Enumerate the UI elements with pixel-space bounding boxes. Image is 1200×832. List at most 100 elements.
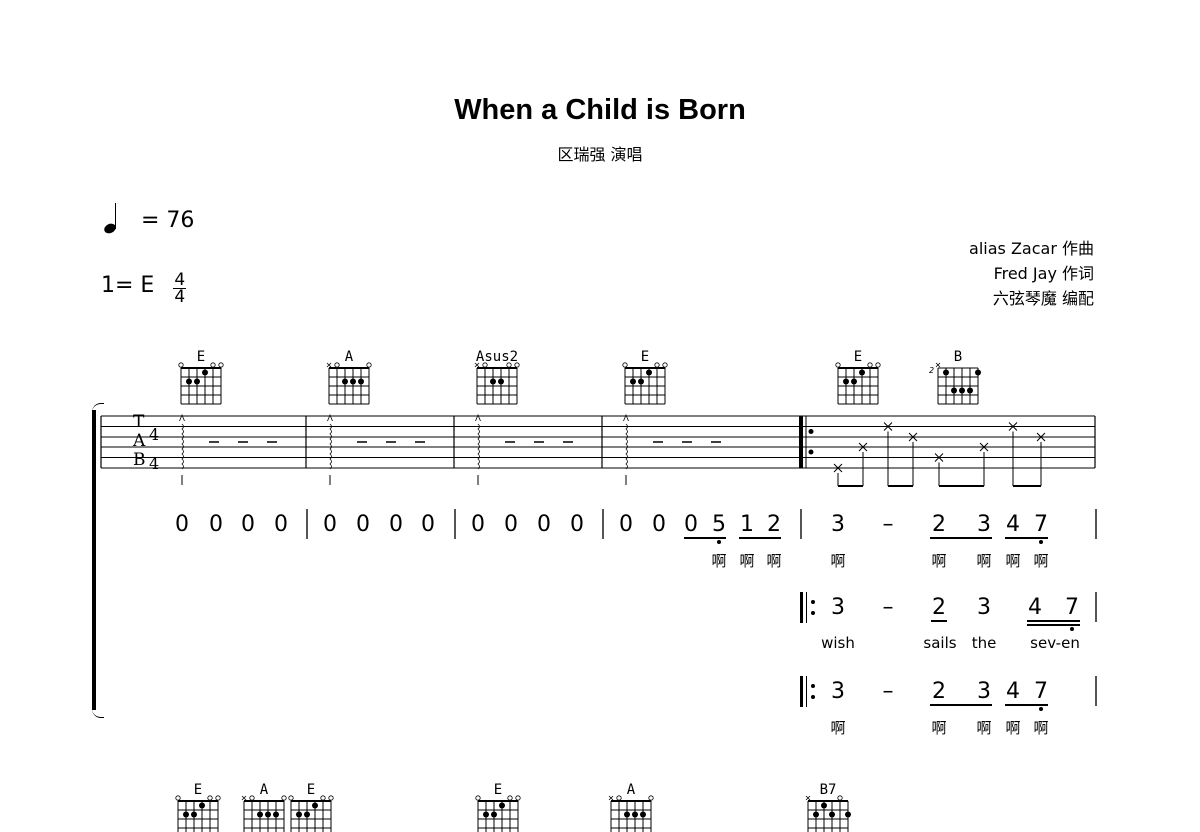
jianpu-barline: [306, 509, 308, 539]
open-string-icon: [281, 795, 287, 801]
lyric: 啊: [1005, 719, 1021, 737]
muted-string-icon: [608, 795, 614, 801]
chord-name: A: [344, 349, 354, 365]
chord-fret-number: 2: [929, 366, 934, 375]
row1-note: 1: [740, 512, 754, 537]
open-string-icon: [515, 795, 521, 801]
lyric: 啊: [830, 719, 846, 737]
lyric: sails: [923, 634, 957, 652]
lyric: 啊: [830, 552, 846, 570]
lyric: 啊: [739, 552, 755, 570]
open-string-icon: [249, 795, 255, 801]
finger-dot: [183, 811, 189, 818]
underline-beam: [684, 537, 726, 539]
row3-note: 2: [932, 679, 946, 704]
repeat-barline-thick: [799, 416, 803, 468]
finger-dot: [202, 369, 208, 376]
row3-note: 3: [831, 679, 845, 704]
finger-dot: [630, 378, 636, 385]
row1-note: 0: [570, 512, 584, 537]
finger-dot: [632, 811, 638, 818]
row1-note: 5: [712, 512, 726, 537]
chord-name: B: [953, 349, 963, 365]
finger-dot: [951, 387, 957, 394]
row1-note: 0: [323, 512, 337, 537]
chord-name: E: [306, 782, 316, 798]
repeat-sign-thin: [806, 676, 807, 707]
octave-dot: [1039, 707, 1043, 711]
row1-note: 0: [209, 512, 223, 537]
octave-dot: [811, 600, 815, 604]
open-string-icon: [837, 795, 843, 801]
row1-note: –: [882, 512, 894, 537]
finger-dot: [959, 387, 965, 394]
finger-dot: [975, 369, 981, 376]
finger-dot: [358, 378, 364, 385]
open-string-icon: [207, 795, 213, 801]
finger-dot: [257, 811, 263, 818]
chord-name: Asus2: [475, 349, 519, 365]
finger-dot: [843, 378, 849, 385]
row3-note: 4: [1006, 679, 1020, 704]
row1-note: 7: [1034, 512, 1048, 537]
chord-name: B7: [819, 782, 837, 798]
row1-note: 0: [274, 512, 288, 537]
jianpu-barline: [1095, 509, 1097, 539]
chord-name: A: [259, 782, 269, 798]
finger-dot: [859, 369, 865, 376]
underline-beam: [1027, 620, 1080, 622]
jianpu-barline: [454, 509, 456, 539]
open-string-icon: [215, 795, 221, 801]
repeat-sign-thick: [800, 592, 803, 623]
score-page: When a Child is Born 区瑞强 演唱 = 76 1= E 4 …: [0, 0, 1200, 832]
finger-dot: [483, 811, 489, 818]
finger-dot: [498, 378, 504, 385]
open-string-icon: [835, 362, 841, 368]
lyric: 啊: [711, 552, 727, 570]
octave-dot: [717, 540, 721, 544]
open-string-icon: [662, 362, 668, 368]
lyric: wish: [821, 634, 855, 652]
open-string-icon: [622, 362, 628, 368]
jianpu-barline: [1095, 592, 1097, 622]
chord-name: E: [640, 349, 650, 365]
underline-beam: [930, 704, 992, 706]
finger-dot: [490, 378, 496, 385]
open-string-icon: [328, 795, 334, 801]
muted-string-icon: [241, 795, 247, 801]
lyric: 啊: [1033, 552, 1049, 570]
muted-string-icon: [805, 795, 811, 801]
row1-note: 2: [767, 512, 781, 537]
finger-dot: [342, 378, 348, 385]
notation-canvas: 2: [100, 362, 1096, 832]
row1-note: 0: [421, 512, 435, 537]
octave-dot: [811, 684, 815, 688]
underline-beam: [739, 537, 781, 539]
octave-dot: [811, 611, 815, 615]
underline-beam: [931, 620, 947, 622]
chord-name: E: [193, 782, 203, 798]
row1-note: 0: [356, 512, 370, 537]
underline-beam: [1005, 704, 1048, 706]
row1-note: 3: [831, 512, 845, 537]
row3-note: 3: [977, 679, 991, 704]
open-string-icon: [288, 795, 294, 801]
open-string-icon: [648, 795, 654, 801]
chord-name: E: [196, 349, 206, 365]
finger-dot: [821, 802, 827, 809]
row1-note: 0: [537, 512, 551, 537]
open-string-icon: [320, 795, 326, 801]
underline-beam: [930, 537, 992, 539]
repeat-sign-thick: [800, 676, 803, 707]
muted-string-icon: [326, 362, 332, 368]
row2-note: 2: [932, 595, 946, 620]
finger-dot: [350, 378, 356, 385]
finger-dot: [273, 811, 279, 818]
open-string-icon: [334, 362, 340, 368]
lyric: 啊: [976, 719, 992, 737]
lyric: sev-en: [1030, 634, 1080, 652]
row3-note: –: [882, 679, 894, 704]
finger-dot: [640, 811, 646, 818]
chord-name: E: [853, 349, 863, 365]
open-string-icon: [175, 795, 181, 801]
